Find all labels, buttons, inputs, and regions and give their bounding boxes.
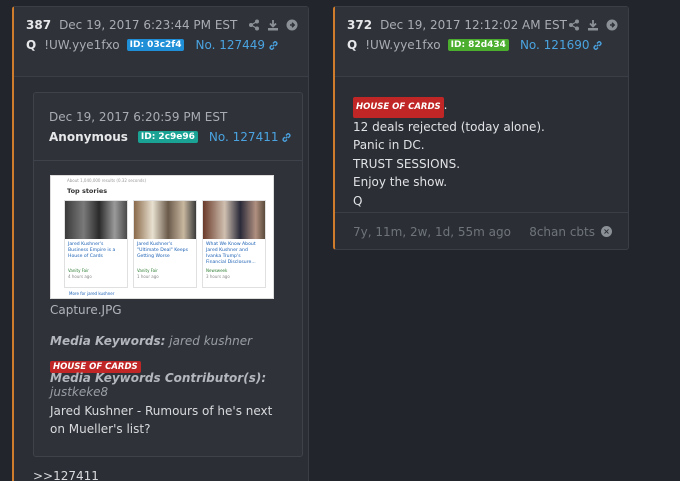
- download-icon[interactable]: [587, 19, 599, 31]
- post-link[interactable]: No. 121690: [520, 38, 604, 52]
- news-card: Jared Kushner's Business Empire is a Hou…: [64, 200, 128, 288]
- quoted-date: Dec 19, 2017 6:20:59 PM EST: [49, 110, 228, 124]
- link-icon: [269, 40, 278, 50]
- post-date: Dec 19, 2017 6:23:44 PM EST: [59, 17, 238, 32]
- quoted-post-link[interactable]: No. 127411: [209, 130, 293, 144]
- news-photo: [65, 201, 127, 239]
- post-header: 387 Dec 19, 2017 6:23:44 PM EST Q !UW.yy…: [14, 7, 308, 77]
- share-icon[interactable]: [248, 19, 260, 31]
- poster-id-badge: ID: 82d434: [447, 39, 509, 51]
- results-count: About 1,040,000 results (0.32 seconds): [67, 178, 147, 183]
- media-keywords-contributors: Media Keywords Contributor(s): justkeke8: [50, 371, 267, 399]
- link-icon: [593, 40, 603, 50]
- news-photo: [203, 201, 265, 239]
- post-number: 387: [26, 17, 52, 32]
- post-header: 372 Dec 19, 2017 12:12:02 AM EST Q !UW.y…: [335, 7, 628, 77]
- post-387: 387 Dec 19, 2017 6:23:44 PM EST Q !UW.yy…: [12, 6, 309, 481]
- post-footer: 7y, 11m, 2w, 1d, 55m ago 8chan cbts ×: [335, 212, 628, 250]
- post-age: 7y, 11m, 2w, 1d, 55m ago: [353, 224, 511, 239]
- body-line: Q: [353, 193, 363, 208]
- tripcode: !UW.yye1fxo: [44, 38, 120, 52]
- body-line: Panic in DC.: [353, 138, 425, 153]
- reply-reference[interactable]: >>127411: [33, 469, 99, 481]
- post-date: Dec 19, 2017 12:12:02 AM EST: [380, 17, 567, 32]
- quoted-id-badge: ID: 2c9e96: [137, 131, 198, 143]
- post-link[interactable]: No. 127449: [195, 38, 279, 52]
- poster-id-badge: ID: 03c2f4: [126, 39, 185, 51]
- quoted-post: Dec 19, 2017 6:20:59 PM EST Anonymous ID…: [33, 92, 303, 457]
- news-card: What We Know About Jared Kushner and Iva…: [202, 200, 266, 288]
- goto-icon[interactable]: [286, 19, 298, 31]
- attached-image-thumbnail[interactable]: About 1,040,000 results (0.32 seconds) T…: [50, 175, 274, 299]
- post-body: HOUSE OF CARDS. 12 deals rejected (today…: [353, 96, 545, 211]
- link-icon: [282, 132, 292, 142]
- post-author: Q: [347, 38, 358, 52]
- news-photo: [134, 201, 196, 239]
- media-keywords: Media Keywords: jared kushner: [50, 334, 253, 348]
- image-filename[interactable]: Capture.JPG: [50, 303, 122, 317]
- tripcode: !UW.yye1fxo: [365, 38, 441, 52]
- body-line: 12 deals rejected (today alone).: [353, 119, 545, 134]
- close-icon[interactable]: ×: [601, 226, 612, 237]
- house-of-cards-badge: HOUSE OF CARDS: [353, 97, 444, 118]
- body-line: Enjoy the show.: [353, 175, 448, 190]
- download-icon[interactable]: [267, 19, 279, 31]
- post-source: 8chan cbts: [529, 224, 595, 239]
- goto-icon[interactable]: [606, 19, 618, 31]
- post-number: 372: [347, 17, 373, 32]
- top-stories-heading: Top stories: [67, 187, 108, 195]
- share-icon[interactable]: [568, 19, 580, 31]
- news-card: Jared Kushner's "Ultimate Deal" Keeps Ge…: [133, 200, 197, 288]
- post-372: 372 Dec 19, 2017 12:12:02 AM EST Q !UW.y…: [333, 6, 629, 250]
- quoted-body: Jared Kushner - Rumours of he's next on …: [50, 404, 273, 436]
- quoted-author: Anonymous: [49, 130, 128, 144]
- body-line: TRUST SESSIONS.: [353, 156, 461, 171]
- more-results-link: More for jared kushner: [69, 291, 115, 296]
- post-author: Q: [26, 38, 37, 52]
